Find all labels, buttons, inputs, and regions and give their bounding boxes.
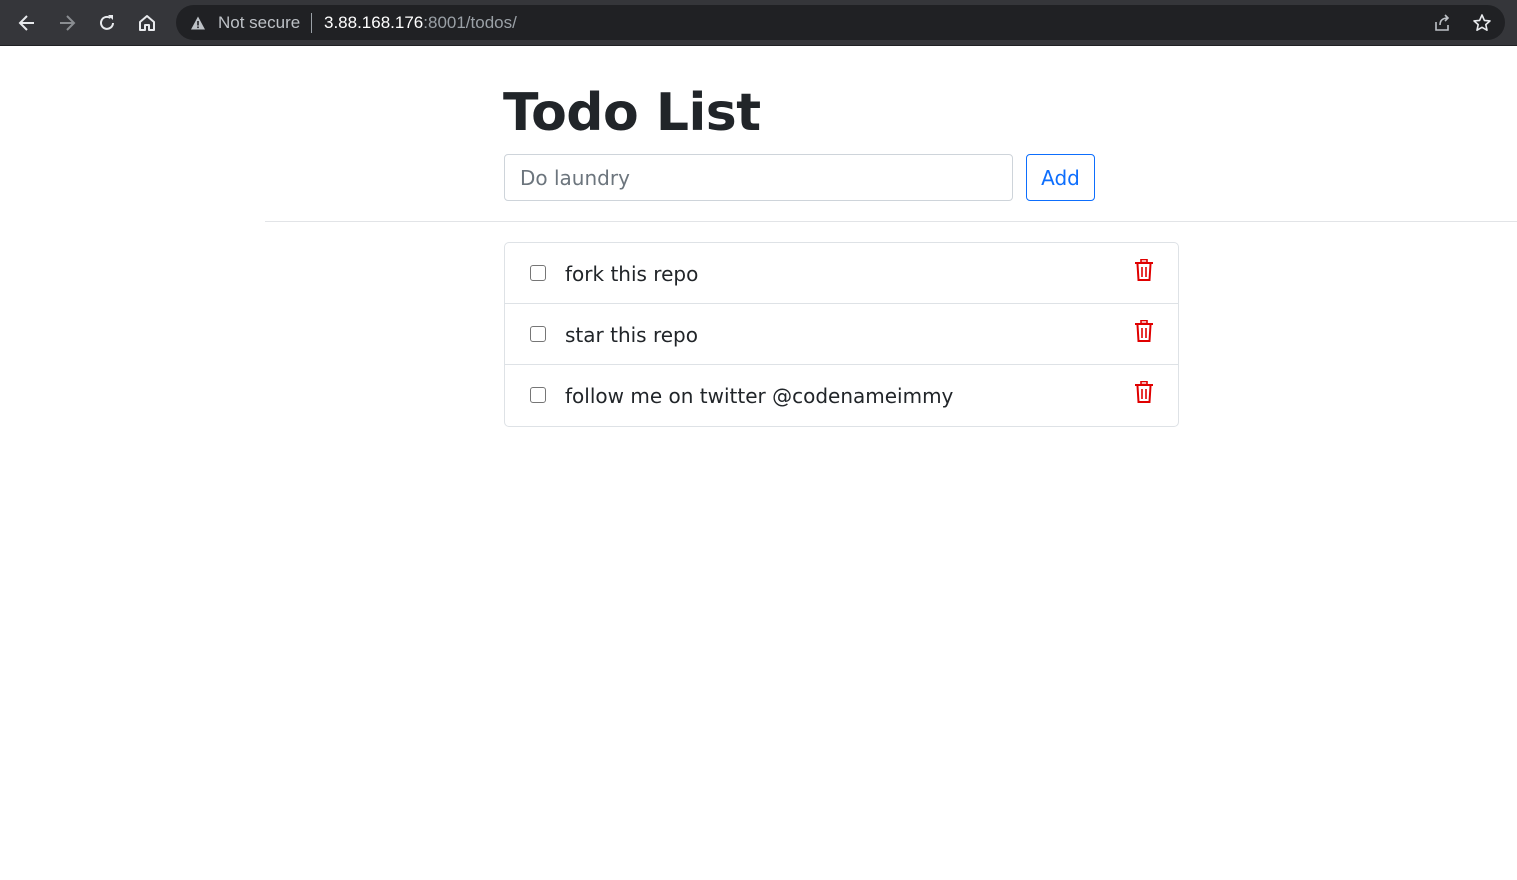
delete-button[interactable] [1132,380,1156,404]
address-divider [311,13,312,33]
todo-item: star this repo [505,304,1178,365]
divider [265,221,1517,222]
address-bar[interactable]: Not secure 3.88.168.176:8001/todos/ [176,5,1505,40]
todo-checkbox[interactable] [530,387,546,403]
todo-text: star this repo [565,323,698,347]
reload-button[interactable] [91,7,123,39]
home-button[interactable] [131,7,163,39]
url-text[interactable]: 3.88.168.176:8001/todos/ [324,13,517,33]
trash-icon [1135,259,1153,281]
star-icon [1473,14,1491,31]
forward-button[interactable] [51,7,83,39]
browser-toolbar: Not secure 3.88.168.176:8001/todos/ [0,0,1517,46]
security-label[interactable]: Not secure [218,13,300,33]
back-button[interactable] [11,7,43,39]
trash-icon [1135,381,1153,403]
todo-item: fork this repo [505,243,1178,304]
url-host: 3.88.168.176 [324,13,424,32]
share-button[interactable] [1431,12,1453,34]
trash-icon [1135,320,1153,342]
todo-checkbox[interactable] [530,265,546,281]
todo-text: follow me on twitter @codenameimmy [565,384,954,408]
home-icon [139,15,155,31]
reload-icon [100,15,114,30]
todo-input[interactable] [504,154,1013,201]
todo-text: fork this repo [565,262,699,286]
bookmark-button[interactable] [1471,12,1493,34]
todo-checkbox[interactable] [530,326,546,342]
share-icon [1435,14,1450,31]
delete-button[interactable] [1132,319,1156,343]
todo-item: follow me on twitter @codenameimmy [505,365,1178,426]
warning-icon [191,16,205,30]
arrow-right-icon [60,15,76,31]
arrow-left-icon [18,15,34,31]
todo-list: fork this repo star this repo follow me … [504,242,1179,427]
delete-button[interactable] [1132,258,1156,282]
add-button[interactable]: Add [1026,154,1095,201]
url-path: :8001/todos/ [423,13,517,32]
page-title: Todo List [503,83,761,143]
